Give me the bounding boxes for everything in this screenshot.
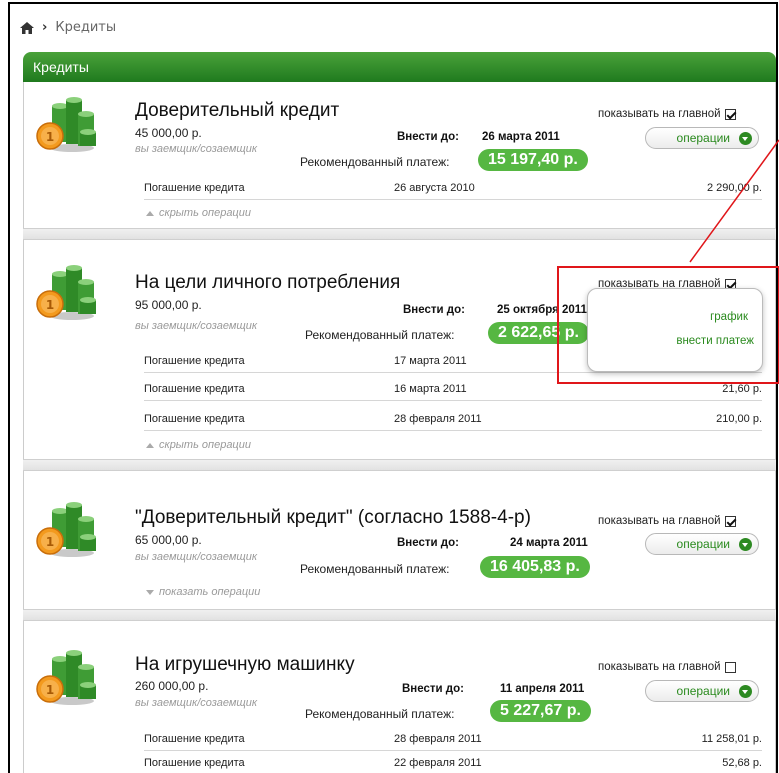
operations-label: операции (676, 537, 730, 551)
operations-button[interactable]: операции (645, 680, 759, 702)
credit-role: вы заемщик/созаемщик (135, 143, 258, 155)
op-date: 22 февраля 2011 (394, 757, 482, 769)
due-date: 24 марта 2011 (510, 537, 588, 549)
op-sum: 2 290,00 р. (706, 182, 762, 194)
triangle-up-icon (146, 442, 154, 448)
show-main-checkbox[interactable] (724, 661, 736, 673)
chevron-down-icon (739, 132, 752, 145)
section-divider (23, 609, 776, 621)
credit-title[interactable]: "Доверительный кредит" (согласно 1588-4-… (135, 507, 531, 529)
op-date: 28 февраля 2011 (394, 733, 482, 745)
coins-icon (36, 501, 96, 558)
breadcrumb-current: Кредиты (55, 20, 117, 35)
operations-label: операции (676, 131, 730, 145)
op-date: 17 марта 2011 (394, 355, 467, 367)
credit-title[interactable]: Доверительный кредит (135, 100, 339, 122)
credit-title[interactable]: На игрушечную машинку (135, 654, 355, 676)
operations-label: операции (676, 684, 730, 698)
show-main-label: показывать на главной (598, 515, 721, 527)
payment-amount: 5 227,67 р. (490, 700, 591, 722)
coins-icon (36, 96, 96, 153)
home-icon[interactable] (20, 21, 34, 34)
show-operations-label: показать операции (159, 586, 261, 598)
credit-amount: 65 000,00 р. (135, 533, 202, 547)
show-on-main-toggle[interactable]: показывать на главной (598, 661, 736, 673)
triangle-down-icon (146, 589, 154, 595)
show-operations-link[interactable]: показать операции (146, 586, 260, 598)
hide-operations-label: скрыть операции (159, 207, 251, 219)
op-name: Погашение кредита (144, 757, 245, 769)
credit-role: вы заемщик/созаемщик (135, 320, 258, 332)
op-sum: 210,00 р. (716, 413, 762, 425)
breadcrumb: › Кредиты (20, 20, 116, 35)
table-row: Погашение кредита 28 февраля 2011 210,00 р… (144, 407, 762, 431)
show-main-label: показывать на главной (598, 661, 721, 673)
credit-role: вы заемщик/созаемщик (135, 551, 258, 563)
chevron-down-icon (739, 538, 752, 551)
op-date: 26 августа 2010 (394, 182, 475, 194)
chevron-down-icon (739, 685, 752, 698)
due-date: 26 марта 2011 (482, 131, 560, 143)
due-label: Внести до: (402, 683, 464, 695)
section-divider (23, 228, 776, 240)
op-name: Погашение кредита (144, 383, 245, 395)
op-date: 28 февраля 2011 (394, 413, 482, 425)
op-name: Погашение кредита (144, 413, 245, 425)
coins-icon (36, 264, 96, 321)
triangle-up-icon (146, 210, 154, 216)
chevron-right-icon: › (42, 20, 48, 35)
due-date: 11 апреля 2011 (500, 683, 585, 695)
coins-icon (36, 649, 96, 706)
due-label: Внести до: (403, 304, 465, 316)
op-date: 16 марта 2011 (394, 383, 467, 395)
show-on-main-toggle[interactable]: показывать на главной (598, 108, 736, 120)
show-main-checkbox[interactable] (724, 515, 736, 527)
hide-operations-link[interactable]: скрыть операции (146, 439, 251, 451)
operations-button[interactable]: операции (645, 127, 759, 149)
op-sum: 52,68 р. (722, 757, 762, 769)
recommended-label: Рекомендованный платеж: (305, 328, 455, 342)
credit-title[interactable]: На цели личного потребления (135, 272, 400, 294)
due-label: Внести до: (397, 537, 459, 549)
section-title: Кредиты (33, 59, 89, 75)
recommended-label: Рекомендованный платеж: (305, 707, 455, 721)
show-main-label: показывать на главной (598, 108, 721, 120)
due-label: Внести до: (397, 131, 459, 143)
table-row: Погашение кредита 28 февраля 2011 11 258,0… (144, 727, 762, 751)
payment-amount: 16 405,83 р. (480, 556, 590, 578)
hide-operations-label: скрыть операции (159, 439, 251, 451)
credit-amount: 260 000,00 р. (135, 679, 209, 693)
op-sum: 11 258,01 р. (701, 733, 762, 745)
table-row: Погашение кредита 22 февраля 2011 52,68 р. (144, 751, 762, 773)
operations-button[interactable]: операции (645, 533, 759, 555)
op-name: Погашение кредита (144, 733, 245, 745)
section-divider (23, 459, 776, 471)
show-on-main-toggle[interactable]: показывать на главной (598, 515, 736, 527)
annotation-highlight-box (557, 266, 779, 384)
recommended-label: Рекомендованный платеж: (300, 562, 450, 576)
recommended-label: Рекомендованный платеж: (300, 155, 450, 169)
credit-amount: 45 000,00 р. (135, 126, 202, 140)
section-header: Кредиты (23, 52, 776, 82)
op-name: Погашение кредита (144, 355, 245, 367)
hide-operations-link[interactable]: скрыть операции (146, 207, 251, 219)
payment-amount: 15 197,40 р. (478, 149, 588, 171)
op-sum: 21,60 р. (722, 383, 762, 395)
op-name: Погашение кредита (144, 182, 245, 194)
credit-role: вы заемщик/созаемщик (135, 697, 258, 709)
show-main-checkbox[interactable] (724, 108, 736, 120)
credit-amount: 95 000,00 р. (135, 298, 202, 312)
table-row: Погашение кредита 26 августа 2010 2 290,00… (144, 176, 762, 200)
